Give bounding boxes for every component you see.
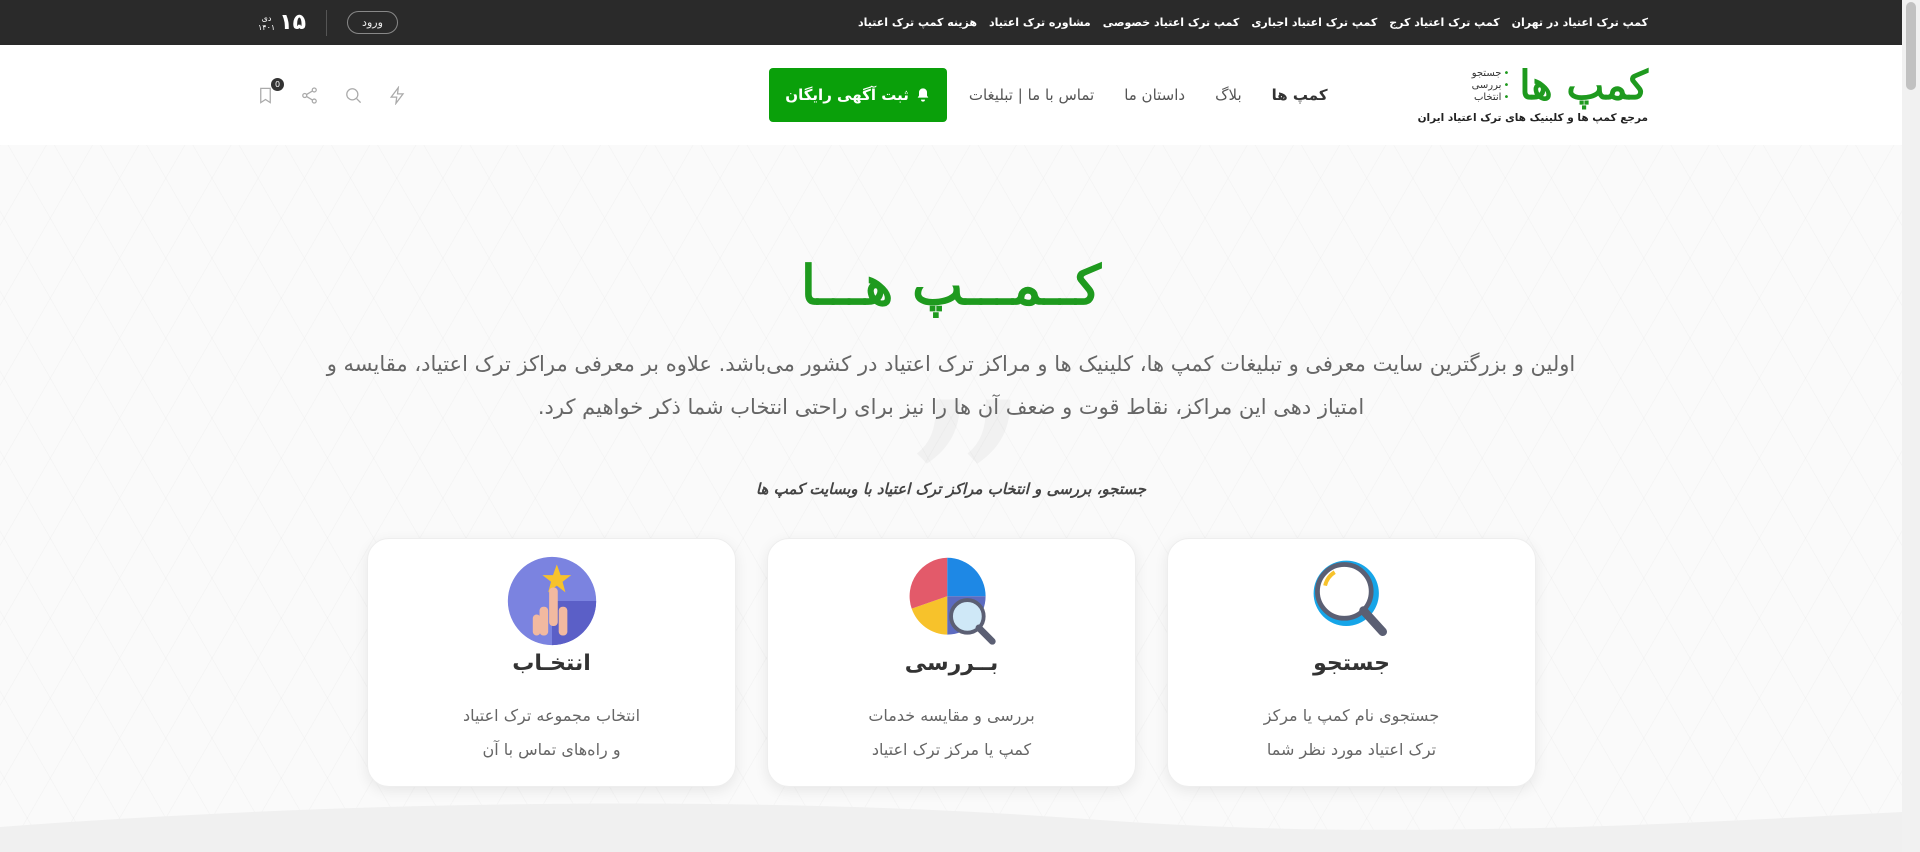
brand[interactable]: کمپ ها جستجو بررسی انتخاب مرجع کمپ ها و … — [1417, 66, 1648, 125]
main-nav: کمپ ها بلاگ داستان ما تماس با ما | تبلیغ… — [969, 86, 1328, 104]
card-title: بــررسی — [904, 651, 999, 676]
lightning-icon[interactable] — [386, 84, 408, 106]
login-button[interactable]: ورود — [347, 11, 398, 34]
card-text: و راه‌های تماس با آن — [482, 740, 621, 759]
main-header: کمپ ها جستجو بررسی انتخاب مرجع کمپ ها و … — [0, 45, 1902, 145]
brand-logo[interactable]: کمپ ها — [1519, 66, 1648, 106]
free-ad-label: ثبت آگهی رایگان — [785, 86, 909, 104]
top-link-tehran[interactable]: کمپ ترک اعتیاد در تهران — [1512, 16, 1648, 29]
bookmark-icon[interactable]: 0 — [254, 78, 284, 106]
hero-section: ” کــمـــپ هـــا اولین و بزرگترین سایت م… — [0, 145, 1902, 852]
hero-description: اولین و بزرگترین سایت معرفی و تبلیغات کم… — [270, 343, 1632, 429]
free-ad-button[interactable]: ثبت آگهی رایگان — [769, 68, 947, 122]
star-hand-icon — [507, 556, 596, 646]
card-title: انتخـاب — [512, 651, 591, 676]
brand-step: جستجو — [1472, 68, 1510, 80]
card-title: جستجو — [1313, 651, 1390, 676]
date-widget: ۱۵ دی ۱۴۰۱ — [258, 10, 306, 35]
top-link-private[interactable]: کمپ ترک اعتیاد خصوصی — [1103, 16, 1240, 29]
card-text: ترک اعتیاد مورد نظر شما — [1266, 740, 1437, 759]
brand-step: بررسی — [1472, 80, 1510, 92]
feature-cards: جستجو جستجوی نام کمپ یا مرکز ترک اعتیاد … — [367, 538, 1536, 787]
bottom-wave-decoration — [0, 803, 1902, 852]
top-bar: کمپ ترک اعتیاد در تهران کمپ ترک اعتیاد ک… — [0, 0, 1902, 45]
pie-chart-search-icon — [909, 557, 996, 645]
card-text: جستجوی نام کمپ یا مرکز — [1263, 706, 1440, 725]
date-day: ۱۵ — [279, 10, 307, 35]
card-text: بررسی و مقایسه خدمات — [868, 706, 1035, 725]
share-icon[interactable] — [298, 84, 320, 106]
top-links: کمپ ترک اعتیاد در تهران کمپ ترک اعتیاد ک… — [858, 16, 1648, 29]
magnifier-icon — [1313, 560, 1387, 637]
page-scrollbar[interactable] — [1902, 0, 1920, 852]
top-left-group: ۱۵ دی ۱۴۰۱ ورود — [258, 9, 398, 36]
brand-step: انتخاب — [1472, 92, 1510, 104]
bell-icon — [917, 88, 929, 102]
top-link-karaj[interactable]: کمپ ترک اعتیاد کرج — [1389, 16, 1499, 29]
brand-steps: جستجو بررسی انتخاب — [1472, 68, 1510, 104]
date-month: دی — [261, 13, 272, 23]
scrollbar-thumb[interactable] — [1906, 2, 1916, 90]
hero-subtitle: جستجو، بررسی و انتخاب مراکز ترک اعتیاد ب… — [755, 480, 1147, 498]
feature-card-select[interactable]: انتخـاب انتخاب مجموعه ترک اعتیاد و راه‌ه… — [367, 538, 736, 787]
hero-desc-line2: امتیاز دهی این مراکز، نقاط قوت و ضعف آن … — [537, 395, 1365, 419]
nav-item-blog[interactable]: بلاگ — [1215, 86, 1242, 104]
divider — [326, 9, 328, 36]
feature-card-review[interactable]: بــررسی بررسی و مقایسه خدمات کمپ یا مرکز… — [767, 538, 1136, 787]
hero-title: کــمـــپ هـــا — [800, 253, 1102, 317]
nav-item-camps[interactable]: کمپ ها — [1272, 86, 1328, 104]
bookmark-count-badge: 0 — [271, 78, 284, 91]
brand-tagline: مرجع کمپ ها و کلینیک های ترک اعتیاد ایرا… — [1417, 112, 1648, 124]
top-link-forced[interactable]: کمپ ترک اعتیاد اجباری — [1251, 16, 1377, 29]
card-text: انتخاب مجموعه ترک اعتیاد — [462, 706, 641, 725]
hero-desc-line1: اولین و بزرگترین سایت معرفی و تبلیغات کم… — [326, 352, 1576, 376]
search-icon[interactable] — [342, 84, 364, 106]
date-year: ۱۴۰۱ — [258, 22, 276, 32]
header-icons: 0 — [254, 78, 408, 106]
nav-item-our-story[interactable]: داستان ما — [1124, 86, 1185, 104]
card-text: کمپ یا مرکز ترک اعتیاد — [871, 740, 1032, 759]
top-link-counseling[interactable]: مشاوره ترک اعتیاد — [989, 16, 1091, 29]
top-link-cost[interactable]: هزینه کمپ ترک اعتیاد — [858, 16, 977, 29]
feature-card-search[interactable]: جستجو جستجوی نام کمپ یا مرکز ترک اعتیاد … — [1167, 538, 1536, 787]
nav-item-contact[interactable]: تماس با ما | تبلیغات — [969, 86, 1094, 104]
